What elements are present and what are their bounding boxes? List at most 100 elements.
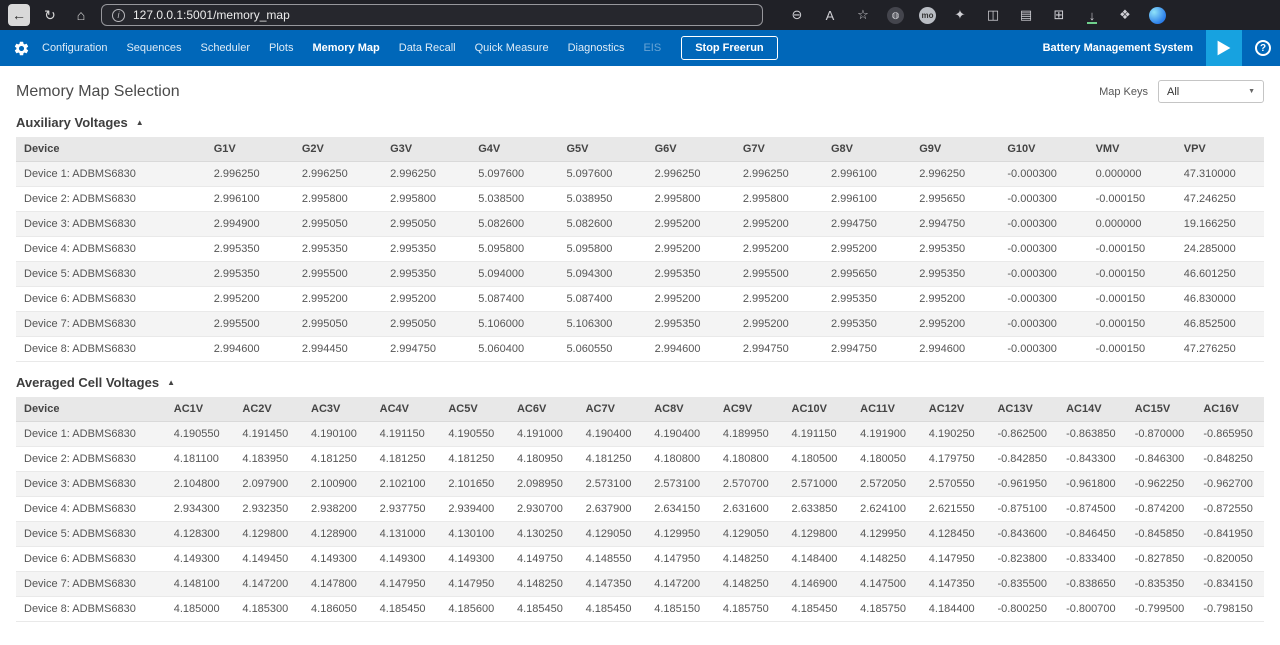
collapse-toggle-icon[interactable]: ▲ [167,378,175,387]
browser-essentials-icon[interactable]: ❖ [1116,6,1134,24]
value-cell: 4.185450 [784,597,853,622]
value-cell: 4.179750 [921,447,990,472]
value-cell: 5.038500 [470,187,558,212]
address-bar[interactable]: i 127.0.0.1:5001/memory_map [101,4,763,26]
value-cell: 2.996250 [735,162,823,187]
column-header: AC3V [303,397,372,422]
map-keys-label: Map Keys [1099,86,1148,98]
value-cell: 4.128450 [921,522,990,547]
nav-item-scheduler[interactable]: Scheduler [200,42,250,54]
split-screen-icon[interactable]: ◫ [984,6,1002,24]
value-cell: 2.104800 [166,472,235,497]
value-cell: 4.185450 [578,597,647,622]
main-content: Memory Map Selection Map Keys All ▼ Auxi… [0,66,1280,622]
value-cell: 2.996250 [294,162,382,187]
value-cell: 4.181250 [372,447,441,472]
help-icon[interactable]: ? [1255,40,1271,56]
nav-item-quick-measure[interactable]: Quick Measure [475,42,549,54]
value-cell: -0.000300 [999,187,1087,212]
value-cell: 2.996250 [382,162,470,187]
value-cell: -0.845850 [1127,522,1196,547]
value-cell: 4.185750 [715,597,784,622]
table-row: Device 4: ADBMS68302.9343002.9323502.938… [16,497,1264,522]
collapse-toggle-icon[interactable]: ▲ [136,118,144,127]
value-cell: 4.129950 [646,522,715,547]
column-header: G3V [382,137,470,162]
averaged-cell-voltages-table: DeviceAC1VAC2VAC3VAC4VAC5VAC6VAC7VAC8VAC… [16,397,1264,622]
value-cell: 4.185300 [234,597,303,622]
value-cell: -0.962250 [1127,472,1196,497]
adi-logo[interactable] [1206,30,1242,66]
column-header: AC15V [1127,397,1196,422]
chevron-down-icon: ▼ [1248,88,1255,95]
value-cell: 4.185750 [852,597,921,622]
table-row: Device 3: ADBMS68302.1048002.0979002.100… [16,472,1264,497]
value-cell: 4.185150 [646,597,715,622]
section-averaged-cell-voltages: Averaged Cell Voltages ▲ DeviceAC1VAC2VAC3… [16,375,1264,622]
value-cell: -0.874200 [1127,497,1196,522]
value-cell: 47.310000 [1176,162,1264,187]
value-cell: 4.147350 [578,572,647,597]
profile-badge[interactable]: mo [919,7,936,24]
column-header: AC16V [1195,397,1264,422]
value-cell: -0.799500 [1127,597,1196,622]
nav-item-plots[interactable]: Plots [269,42,293,54]
section-title: Averaged Cell Voltages [16,375,159,390]
value-cell: -0.848250 [1195,447,1264,472]
value-cell: 4.183950 [234,447,303,472]
nav-item-data-recall[interactable]: Data Recall [399,42,456,54]
value-cell: -0.843600 [989,522,1058,547]
map-keys-dropdown[interactable]: All ▼ [1158,80,1264,103]
stop-freerun-button[interactable]: Stop Freerun [681,36,777,60]
settings-gear-icon[interactable] [13,40,30,57]
nav-item-configuration[interactable]: Configuration [42,42,107,54]
value-cell: 2.995200 [294,287,382,312]
header-row: DeviceG1VG2VG3VG4VG5VG6VG7VG8VG9VG10VVMV… [16,137,1264,162]
value-cell: 4.180800 [715,447,784,472]
add-favorite-icon[interactable]: ☆ [854,6,872,24]
zoom-out-icon[interactable]: ⊖ [788,6,806,24]
value-cell: 4.147950 [372,572,441,597]
value-cell: 2.995500 [735,262,823,287]
value-cell: 4.131000 [372,522,441,547]
site-info-icon[interactable]: i [112,9,125,22]
downloads-icon[interactable]: ↓ [1083,6,1101,24]
browser-action-icons: ⊖ A ☆ ◍ mo ✦ ◫ ▤ ⊞ ↓ ❖ [788,6,1166,24]
value-cell: -0.000300 [999,312,1087,337]
extension-icon[interactable]: ✦ [951,6,969,24]
value-cell: 4.185450 [372,597,441,622]
nav-item-diagnostics[interactable]: Diagnostics [568,42,625,54]
nav-item-sequences[interactable]: Sequences [126,42,181,54]
value-cell: 4.149450 [234,547,303,572]
value-cell: -0.870000 [1127,422,1196,447]
value-cell: 4.146900 [784,572,853,597]
value-cell: 2.994750 [823,337,911,362]
copilot-icon[interactable] [1149,7,1166,24]
value-cell: 2.637900 [578,497,647,522]
back-button[interactable]: ← [8,4,30,26]
refresh-button[interactable]: ↻ [39,4,61,26]
column-header: VMV [1088,137,1176,162]
value-cell: 46.852500 [1176,312,1264,337]
column-header: VPV [1176,137,1264,162]
device-cell: Device 2: ADBMS6830 [16,447,166,472]
nav-item-memory-map[interactable]: Memory Map [313,42,380,54]
extension-badge-icon[interactable]: ◍ [887,7,904,24]
value-cell: -0.835350 [1127,572,1196,597]
device-cell: Device 8: ADBMS6830 [16,597,166,622]
value-cell: 2.995650 [911,187,999,212]
device-cell: Device 3: ADBMS6830 [16,212,206,237]
collections-icon[interactable]: ⊞ [1050,6,1068,24]
value-cell: 5.082600 [558,212,646,237]
back-icon: ← [12,7,26,23]
value-cell: -0.000300 [999,337,1087,362]
nav-menu: Configuration Sequences Scheduler Plots … [42,42,661,54]
value-cell: 2.995650 [823,262,911,287]
value-cell: 4.148250 [509,572,578,597]
read-aloud-icon[interactable]: A [821,6,839,24]
home-button[interactable]: ⌂ [70,4,92,26]
value-cell: 4.148250 [715,572,784,597]
value-cell: -0.000150 [1088,187,1176,212]
favorites-bar-icon[interactable]: ▤ [1017,6,1035,24]
nav-item-eis[interactable]: EIS [643,42,661,54]
